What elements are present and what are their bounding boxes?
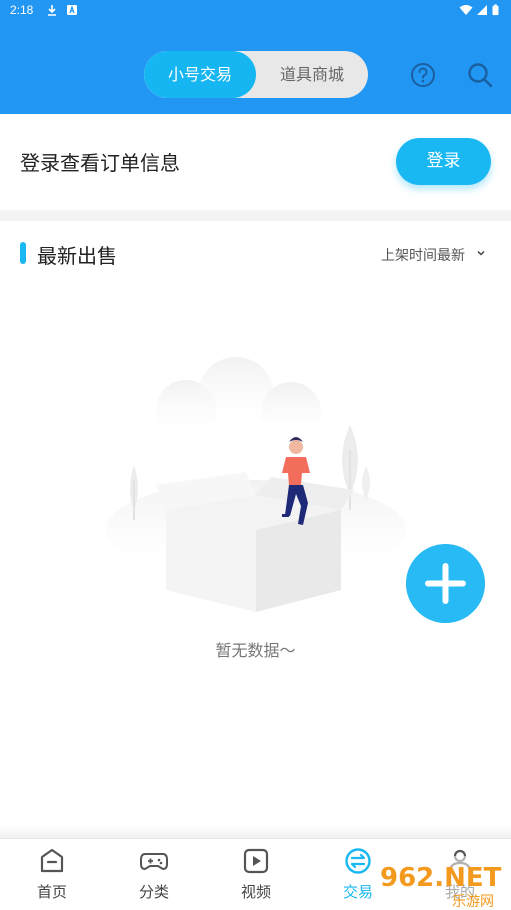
login-prompt-text: 登录查看订单信息 — [20, 151, 180, 175]
section-accent-bar — [20, 242, 26, 264]
nav-label-home: 首页 — [36, 883, 67, 901]
nav-item-video[interactable]: 视频 — [206, 839, 306, 910]
chevron-down-icon[interactable] — [476, 248, 486, 258]
wifi-icon — [459, 5, 473, 15]
nav-item-home[interactable]: 首页 — [2, 839, 102, 910]
watermark-subtext: 乐游网 — [452, 894, 494, 910]
login-prompt-row: 登录查看订单信息 登录 — [0, 114, 511, 210]
empty-box-illustration — [106, 357, 406, 612]
tab-item-mall[interactable]: 道具商城 — [256, 51, 368, 98]
download-icon — [48, 5, 56, 16]
nav-label-video: 视频 — [240, 883, 271, 901]
sort-dropdown[interactable]: 上架时间最新 — [381, 245, 465, 265]
nav-item-category[interactable]: 分类 — [104, 839, 204, 910]
search-icon[interactable] — [466, 61, 494, 89]
trade-segmented-control: 小号交易 道具商城 — [144, 51, 368, 98]
tab-account-trade[interactable]: 小号交易 — [144, 51, 256, 98]
watermark-logo: 962.NET 乐游网 — [372, 856, 511, 910]
empty-state-text: 暂无数据～ — [215, 641, 296, 660]
gamepad-icon — [140, 853, 168, 870]
app-notification-icon — [67, 5, 77, 15]
login-button[interactable]: 登录 — [396, 138, 491, 185]
section-title: 最新出售 — [37, 244, 117, 268]
watermark-text: 962.NET — [380, 863, 502, 893]
home-icon — [40, 848, 64, 873]
status-bar: 2:18 — [0, 0, 511, 24]
header-bar: 2:18 小号交易 道具商城 — [0, 0, 511, 114]
nav-label-category: 分类 — [138, 883, 169, 901]
status-time: 2:18 — [10, 3, 34, 17]
section-divider — [0, 210, 511, 221]
add-listing-button[interactable] — [406, 544, 485, 623]
exchange-icon — [345, 848, 371, 874]
signal-icon — [477, 5, 487, 15]
play-icon — [243, 848, 269, 874]
question-circle-icon[interactable] — [409, 61, 437, 89]
battery-icon — [492, 4, 499, 16]
bottom-nav-shadow — [0, 826, 511, 838]
